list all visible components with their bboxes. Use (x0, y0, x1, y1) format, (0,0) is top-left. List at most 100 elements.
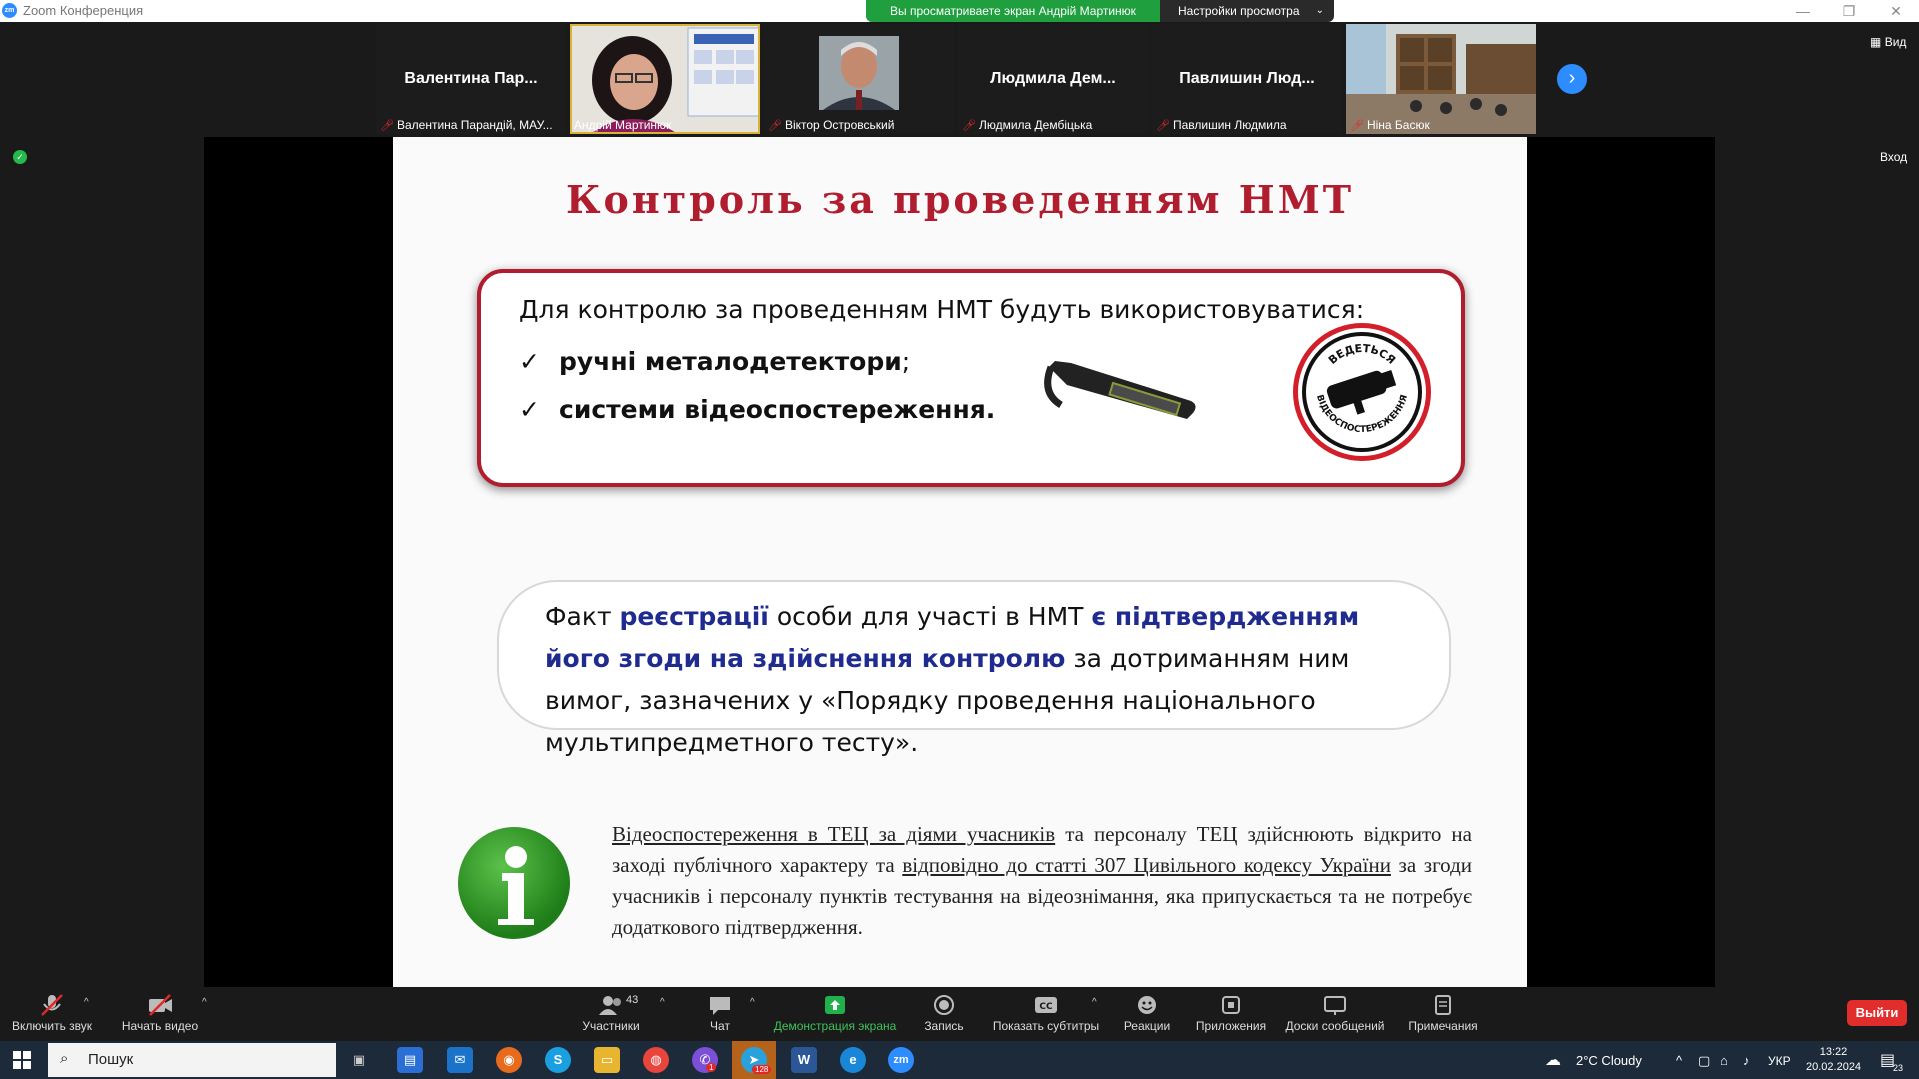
text-segment: особи для участі в НМТ (768, 602, 1092, 631)
view-button[interactable]: ▦ Вид (1870, 35, 1906, 49)
reactions-label: Реакции (1123, 1019, 1171, 1033)
next-page-arrow-icon[interactable]: › (1557, 64, 1587, 94)
participant-thumb[interactable]: 🎤︎ Ніна Басюк (1346, 24, 1536, 134)
leave-meeting-button[interactable]: Выйти (1847, 1000, 1907, 1026)
task-view-icon[interactable]: ▣ (346, 1047, 372, 1073)
camera-tray-icon[interactable]: ▢ (1698, 1053, 1710, 1069)
bullet-text: ручні металодетектори (559, 347, 902, 376)
record-label: Запись (924, 1019, 964, 1033)
telegram-taskbar-button[interactable]: ➤ 128 (732, 1041, 776, 1079)
text-segment: Факт (545, 602, 620, 631)
participant-name: Павлишин Людмила (1172, 118, 1287, 132)
control-methods-box: Для контролю за проведенням НМТ будуть в… (477, 269, 1465, 487)
video-surveillance-sign: ВЕДЕТЬСЯ ВІДЕОСПОСТЕРЕЖЕННЯ (1293, 323, 1431, 461)
surveillance-legal-note: Відеоспостереження в ТЕЦ за діями учасни… (612, 819, 1472, 943)
reactions-button[interactable]: Реакции (1118, 987, 1176, 1041)
windows-start-icon[interactable] (13, 1051, 31, 1069)
participants-caret-icon[interactable]: ^ (660, 997, 665, 1008)
highlight-registration: реєстрації (619, 602, 769, 631)
participants-icon (599, 996, 621, 1015)
apps-icon (1222, 996, 1240, 1014)
cctv-camera-icon: ВЕДЕТЬСЯ ВІДЕОСПОСТЕРЕЖЕННЯ (1302, 332, 1422, 452)
participant-thumbnail-strip: Валентина Пар... 🎤︎ Валентина Парандій, М… (376, 24, 1546, 136)
participants-count: 43 (626, 994, 639, 1006)
audio-options-caret-icon[interactable]: ^ (84, 997, 89, 1008)
network-icon[interactable]: ⌂ (1720, 1053, 1728, 1068)
firefox-icon[interactable]: ◉ (496, 1047, 522, 1073)
captions-caret-icon[interactable]: ^ (1092, 997, 1097, 1008)
participant-thumb[interactable]: Людмила Дем... 🎤︎ Людмила Дембіцька (958, 24, 1148, 134)
view-settings-label: Настройки просмотра (1178, 4, 1300, 18)
chrome-icon[interactable]: ◍ (643, 1047, 669, 1073)
participant-thumb[interactable]: Валентина Пар... 🎤︎ Валентина Парандій, М… (376, 24, 566, 134)
participant-big-name: Людмила Дем... (990, 70, 1116, 87)
word-icon[interactable]: W (791, 1047, 817, 1073)
whiteboards-label: Доски сообщений (1285, 1019, 1385, 1033)
participants-button[interactable]: Участники (570, 987, 652, 1041)
captions-button[interactable]: CC Показать субтитры (986, 987, 1106, 1041)
participant-thumb[interactable]: Андрій Мартинюк (570, 24, 760, 134)
unmute-button[interactable]: Включить звук (0, 987, 104, 1041)
participants-label: Участники (582, 1019, 640, 1033)
view-settings-button[interactable]: Настройки просмотра ⌄ (1160, 0, 1334, 22)
search-placeholder: Пошук (88, 1051, 134, 1068)
mic-muted-icon: 🎤︎ (1156, 119, 1170, 132)
participant-thumb[interactable]: 🎤︎ Віктор Островський (764, 24, 954, 134)
clock-date: 20.02.2024 (1806, 1061, 1862, 1073)
bullet-video-surveillance: ✓ системи відеоспостереження. (519, 395, 995, 424)
metal-detector-icon (1044, 361, 1196, 419)
view-label: Вид (1884, 35, 1907, 49)
participant-big-name: Павлишин Люд... (1179, 70, 1315, 87)
telegram-badge: 128 (752, 1065, 772, 1074)
minimize-icon[interactable]: — (1780, 0, 1826, 22)
video-options-caret-icon[interactable]: ^ (202, 997, 207, 1008)
participant-thumb[interactable]: Павлишин Люд... 🎤︎ Павлишин Людмила (1152, 24, 1342, 134)
zoom-taskbar-icon[interactable]: zm (888, 1047, 914, 1073)
mail-icon[interactable]: ✉ (447, 1047, 473, 1073)
file-explorer-icon[interactable]: ▭ (594, 1047, 620, 1073)
edge-icon[interactable]: e (840, 1047, 866, 1073)
chat-label: Чат (710, 1019, 730, 1033)
video-off-icon (149, 994, 172, 1016)
mic-muted-icon: 🎤︎ (962, 119, 976, 132)
restore-icon[interactable]: ❐ (1826, 0, 1872, 22)
notes-icon (1435, 995, 1451, 1015)
security-shield-icon[interactable]: ✓ (13, 150, 27, 164)
captions-icon: CC (1035, 997, 1057, 1013)
clock-time: 13:22 (1819, 1046, 1848, 1058)
bullet-metal-detectors: ✓ ручні металодетектори; (519, 347, 910, 376)
notes-button[interactable]: Примечания (1400, 987, 1486, 1041)
clock[interactable]: 13:22 20.02.2024 (1806, 1045, 1861, 1075)
whiteboards-button[interactable]: Доски сообщений (1282, 987, 1388, 1041)
chat-caret-icon[interactable]: ^ (750, 997, 755, 1008)
participant-name: Валентина Парандій, МАУ... (396, 118, 553, 132)
chat-button[interactable]: Чат (690, 987, 750, 1041)
store-icon[interactable]: ▤ (397, 1047, 423, 1073)
svg-text:CC: CC (1039, 1002, 1053, 1012)
volume-icon[interactable]: ♪ (1743, 1053, 1750, 1068)
tray-expand-icon[interactable]: ^ (1676, 1053, 1682, 1068)
underlined-text: відповідно до статті 307 Цивільного коде… (902, 853, 1391, 877)
whiteboard-icon (1324, 996, 1346, 1015)
participant-name: Ніна Басюк (1366, 118, 1430, 132)
language-indicator[interactable]: УКР (1768, 1054, 1791, 1068)
share-screen-label: Демонстрация экрана (773, 1019, 897, 1033)
close-icon[interactable]: ✕ (1873, 0, 1919, 22)
record-button[interactable]: Запись (912, 987, 976, 1041)
notes-label: Примечания (1408, 1019, 1478, 1033)
taskbar-search-input[interactable]: ⌕ Пошук (48, 1043, 336, 1077)
slide-title: Контроль за проведенням НМТ (565, 177, 1355, 222)
weather-text[interactable]: 2°C Cloudy (1576, 1053, 1642, 1068)
consent-text: Факт реєстрації особи для участі в НМТ є… (545, 596, 1415, 764)
share-screen-button[interactable]: Демонстрация экрана (770, 987, 900, 1041)
skype-icon[interactable]: S (545, 1047, 571, 1073)
enter-button[interactable]: Вход (1880, 150, 1907, 164)
registration-consent-box: Факт реєстрації особи для участі в НМТ є… (497, 580, 1451, 757)
start-video-button[interactable]: Начать видео (112, 987, 208, 1041)
mic-off-icon (41, 994, 63, 1016)
window-title: Zoom Конференция (23, 3, 144, 18)
mic-muted-icon: 🎤︎ (380, 119, 394, 132)
chevron-down-icon: ⌄ (1315, 5, 1324, 16)
screen-share-banner: Вы просматриваете экран Андрій Мартинюк (866, 0, 1160, 22)
apps-button[interactable]: Приложения (1190, 987, 1272, 1041)
